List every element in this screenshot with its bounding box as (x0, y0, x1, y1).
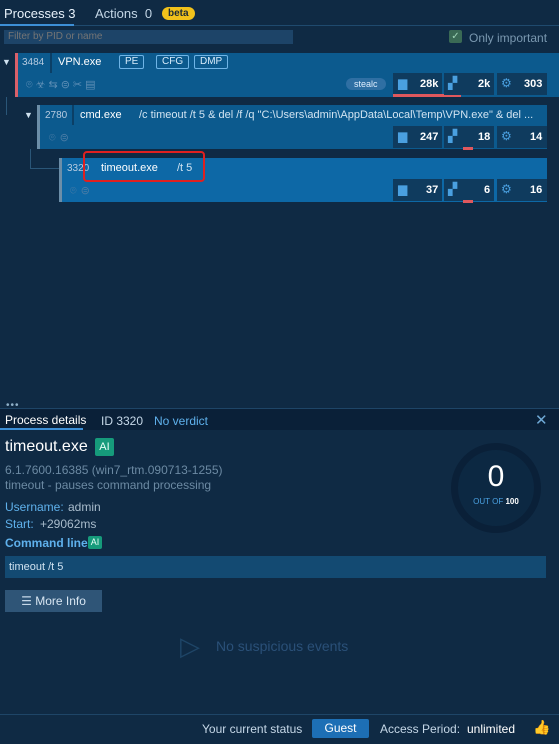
start-value: +29062ms (40, 517, 97, 531)
network-icon: ⌾ (26, 79, 36, 91)
stat-modules-value: 303 (524, 78, 543, 90)
tab-actions-label: Actions (95, 6, 138, 21)
score-value: 0 (487, 460, 505, 493)
stat-modules-value: 16 (530, 184, 543, 196)
process-args: /c timeout /t 5 & del /f /q "C:\Users\ad… (139, 109, 534, 121)
access-period-value: unlimited (467, 722, 516, 736)
process-behavior-icons: ⌾⊜ (70, 184, 94, 198)
tab-actions-count: 0 (144, 6, 153, 21)
stat-files-value: 247 (420, 131, 439, 143)
process-id-label: ID 3320 (101, 414, 144, 428)
stat-files-value: 28k (420, 78, 439, 90)
pid-divider (72, 105, 74, 125)
expand-toggle-icon[interactable]: ▼ (24, 110, 33, 120)
registry-icon: ▞ (448, 129, 458, 143)
gear-icon: ⚙ (501, 129, 512, 143)
more-info-button[interactable]: ☰ More Info (5, 590, 102, 612)
status-label: Your current status (202, 722, 303, 736)
tag-pe[interactable]: PE (119, 55, 145, 69)
process-pid: 2780 (45, 110, 68, 121)
username-value: admin (68, 500, 101, 514)
access-period-label: Access Period: (380, 722, 461, 736)
only-important-checkbox[interactable]: ✓ (449, 30, 462, 43)
file-icon: ▆ (398, 76, 408, 90)
tree-connector (30, 149, 60, 169)
command-line-value[interactable]: timeout /t 5 (5, 556, 546, 578)
gear-icon: ⚙ (501, 182, 512, 196)
archive-icon: ▤ (85, 79, 99, 91)
file-icon: ▆ (398, 129, 408, 143)
tree-connector (6, 97, 7, 115)
process-behavior-icons: ⌾⊜ (49, 131, 73, 145)
tag-cfg[interactable]: CFG (156, 55, 190, 69)
file-icon: ▆ (398, 182, 408, 196)
process-version: 6.1.7600.16385 (win7_rtm.090713-1255) (5, 463, 223, 477)
network-icon: ⌾ (49, 132, 60, 144)
biohazard-icon: ☣ (35, 79, 49, 91)
beta-badge: beta (162, 7, 195, 20)
process-name: VPN.exe (58, 56, 102, 68)
tools-icon: ✂ (72, 79, 86, 91)
spy-icon: ⊜ (60, 79, 73, 91)
details-process-name: timeout.exe (5, 438, 88, 455)
close-icon[interactable]: ✕ (535, 411, 548, 429)
process-pid: 3484 (22, 57, 45, 68)
tab-active-indicator (0, 24, 74, 26)
guest-status-button[interactable]: Guest (312, 719, 369, 738)
stat-registry-value: 2k (478, 78, 491, 90)
stat-danger-bar (463, 200, 473, 203)
expand-toggle-icon[interactable]: ▼ (2, 57, 11, 67)
annotation-highlight (83, 151, 205, 182)
pid-divider (50, 53, 52, 73)
spy-icon: ⊜ (80, 185, 94, 197)
stat-modules-value: 14 (530, 131, 543, 143)
network-icon: ⌾ (70, 185, 81, 197)
tag-dmp[interactable]: DMP (194, 55, 229, 69)
score-max: 100 (505, 497, 519, 506)
threat-family-badge[interactable]: stealc (346, 78, 386, 90)
resize-handle-icon[interactable]: ••• (6, 400, 20, 411)
top-tab-bar (0, 0, 559, 26)
spy-icon: ⊜ (59, 132, 73, 144)
stat-danger-bar (463, 147, 473, 150)
registry-icon: ▞ (448, 76, 458, 90)
tab-actions[interactable]: Actions 0 (95, 6, 152, 21)
score-out-of: OUT OF 100 (451, 497, 541, 506)
process-behavior-icons: ⌾☣⇆⊜✂▤ (26, 78, 99, 92)
thumbs-up-icon[interactable]: 👍 (533, 719, 550, 736)
username-label: Username: (5, 500, 64, 514)
stat-registry-value: 6 (484, 184, 491, 196)
details-title: Process details (5, 413, 87, 427)
no-events-label: No suspicious events (216, 638, 349, 654)
start-label: Start: (5, 517, 34, 531)
arrows-icon: ⇆ (48, 79, 61, 91)
cmdline-ai-badge[interactable]: AI (88, 536, 102, 549)
stat-files-value: 37 (426, 184, 439, 196)
verdict-label: No verdict (154, 414, 209, 428)
play-icon: ▷ (180, 631, 200, 661)
command-line-label: Command line (5, 536, 88, 550)
tab-processes[interactable]: Processes 3 (4, 6, 76, 21)
stat-registry-value: 18 (478, 131, 491, 143)
more-info-label: More Info (35, 594, 86, 608)
score-out-of-label: OUT OF (473, 497, 504, 506)
pid-filter-input[interactable] (4, 30, 293, 44)
registry-icon: ▞ (448, 182, 458, 196)
list-icon: ☰ (21, 594, 32, 608)
ai-badge[interactable]: AI (95, 438, 114, 456)
process-description: timeout - pauses command processing (5, 478, 212, 492)
gear-icon: ⚙ (501, 76, 512, 90)
process-name: cmd.exe (80, 109, 122, 121)
only-important-label: Only important (469, 31, 548, 45)
